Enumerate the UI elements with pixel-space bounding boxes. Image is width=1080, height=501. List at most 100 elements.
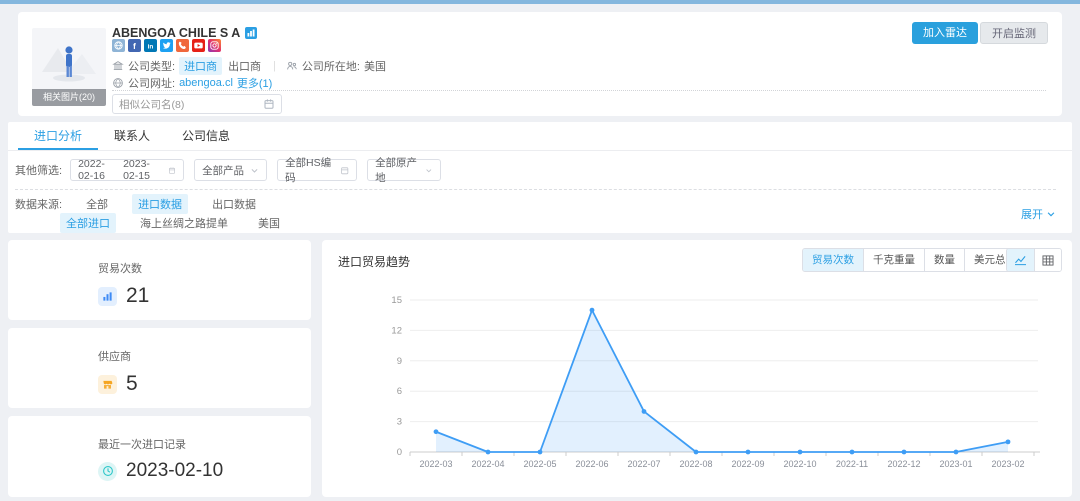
chart-title: 进口贸易趋势 <box>338 253 410 270</box>
linkedin-icon[interactable]: in <box>144 39 157 52</box>
stat-label: 供应商 <box>98 348 138 364</box>
import-trend-panel: 进口贸易趋势 贸易次数 千克重量 数量 美元总价 036912152022-03… <box>322 240 1072 497</box>
data-source-label: 数据来源: <box>15 196 62 212</box>
svg-text:2023-01: 2023-01 <box>939 459 972 469</box>
calendar-icon <box>340 165 349 176</box>
stat-value: 5 <box>126 372 138 396</box>
svg-text:9: 9 <box>397 356 402 367</box>
tab-contacts[interactable]: 联系人 <box>98 122 166 150</box>
line-chart-icon <box>1014 255 1027 266</box>
related-images-label[interactable]: 相关图片(20) <box>32 89 106 106</box>
data-source-sub-row: 全部进口 海上丝绸之路提单 美国 <box>60 213 286 233</box>
svg-text:f: f <box>133 41 136 51</box>
svg-text:12: 12 <box>391 325 402 336</box>
sub-source-all-import[interactable]: 全部进口 <box>60 213 116 233</box>
sub-source-silk-road[interactable]: 海上丝绸之路提单 <box>134 213 234 233</box>
chevron-down-icon <box>250 166 259 175</box>
company-type-row: 公司类型: 进口商 出口商 | 公司所在地: 美国 <box>112 57 386 75</box>
monitor-button[interactable]: 开启监测 <box>980 22 1048 44</box>
stat-label: 最近一次进口记录 <box>98 436 223 452</box>
location-people-icon <box>286 60 298 72</box>
svg-text:2022-05: 2022-05 <box>523 459 556 469</box>
svg-text:2022-10: 2022-10 <box>783 459 816 469</box>
globe-icon <box>112 77 124 89</box>
website-link[interactable]: abengoa.cl <box>179 77 233 89</box>
company-type-importer[interactable]: 进口商 <box>179 57 222 75</box>
source-export-data[interactable]: 出口数据 <box>206 194 262 214</box>
location-label: 公司所在地: <box>302 58 360 74</box>
similar-company-placeholder: 相似公司名(8) <box>119 97 184 112</box>
svg-text:2023-02: 2023-02 <box>991 459 1024 469</box>
social-icons-row: f in <box>112 39 221 52</box>
source-import-data[interactable]: 进口数据 <box>132 194 188 214</box>
product-select[interactable]: 全部产品 <box>194 159 267 181</box>
svg-text:2022-11: 2022-11 <box>836 459 868 469</box>
metric-button-group: 贸易次数 千克重量 数量 美元总价 <box>802 248 1026 272</box>
youtube-icon[interactable] <box>192 39 205 52</box>
filter-row: 其他筛选: 2022-02-16 2023-02-15 全部产品 全部HS编码 … <box>15 159 441 181</box>
website-label: 公司网址: <box>128 75 175 91</box>
top-accent-bar <box>0 0 1080 4</box>
svg-text:6: 6 <box>397 386 402 397</box>
website-icon[interactable] <box>112 39 125 52</box>
company-thumbnail[interactable]: 相关图片(20) <box>32 28 106 106</box>
expand-label: 展开 <box>1021 206 1043 222</box>
phone-icon[interactable] <box>176 39 189 52</box>
svg-text:2022-12: 2022-12 <box>887 459 920 469</box>
website-more-link[interactable]: 更多(1) <box>237 75 272 91</box>
source-all[interactable]: 全部 <box>80 194 114 214</box>
stat-label: 贸易次数 <box>98 260 149 276</box>
svg-text:2022-09: 2022-09 <box>731 459 764 469</box>
stat-card-suppliers: 供应商 5 <box>8 328 311 408</box>
date-start: 2022-02-16 <box>78 158 117 182</box>
svg-text:3: 3 <box>397 417 402 428</box>
svg-text:in: in <box>148 44 154 51</box>
company-profile-icon[interactable] <box>245 27 257 39</box>
building-icon <box>112 60 124 72</box>
tab-import-analysis[interactable]: 进口分析 <box>18 122 98 150</box>
analysis-filter-band: 进口分析 联系人 公司信息 其他筛选: 2022-02-16 2023-02-1… <box>8 122 1072 233</box>
meta-divider: | <box>273 60 276 72</box>
origin-select[interactable]: 全部原产地 <box>367 159 441 181</box>
company-type-label: 公司类型: <box>128 58 175 74</box>
view-button-group <box>1006 248 1062 272</box>
hs-code-select[interactable]: 全部HS编码 <box>277 159 357 181</box>
expand-toggle[interactable]: 展开 <box>1021 206 1056 222</box>
metric-trade-count-button[interactable]: 贸易次数 <box>803 249 863 271</box>
company-trade-page: 相关图片(20) ABENGOA CHILE S A f <box>0 0 1080 501</box>
company-website-row: 公司网址: abengoa.cl 更多(1) <box>112 75 272 91</box>
company-type-exporter[interactable]: 出口商 <box>226 57 263 75</box>
metric-quantity-button[interactable]: 数量 <box>924 249 964 271</box>
chevron-down-icon <box>1046 209 1056 219</box>
svg-text:2022-04: 2022-04 <box>471 459 504 469</box>
similar-company-input[interactable]: 相似公司名(8) <box>112 94 282 114</box>
data-source-row: 数据来源: 全部 进口数据 出口数据 <box>15 194 262 214</box>
person-illustration-icon <box>32 28 106 90</box>
hs-code-value: 全部HS编码 <box>285 155 334 185</box>
calendar-icon <box>168 165 176 176</box>
twitter-icon[interactable] <box>160 39 173 52</box>
stat-card-trade-count: 贸易次数 21 <box>8 240 311 320</box>
line-chart-view-button[interactable] <box>1007 249 1034 271</box>
add-radar-button[interactable]: 加入雷达 <box>912 22 978 44</box>
store-icon <box>98 375 117 394</box>
tab-company-info[interactable]: 公司信息 <box>166 122 246 150</box>
svg-text:0: 0 <box>397 447 402 458</box>
date-range-picker[interactable]: 2022-02-16 2023-02-15 <box>70 159 184 181</box>
bar-chart-icon <box>98 287 117 306</box>
table-view-button[interactable] <box>1034 249 1061 271</box>
metric-kg-weight-button[interactable]: 千克重量 <box>863 249 924 271</box>
date-end: 2023-02-15 <box>123 158 162 182</box>
location-value: 美国 <box>364 58 386 74</box>
clock-icon <box>98 462 117 481</box>
svg-text:2022-08: 2022-08 <box>679 459 712 469</box>
company-name: ABENGOA CHILE S A <box>112 26 240 40</box>
table-icon <box>1042 255 1054 266</box>
tabs-row: 进口分析 联系人 公司信息 <box>8 122 1072 151</box>
sub-source-usa[interactable]: 美国 <box>252 213 286 233</box>
svg-text:2022-06: 2022-06 <box>575 459 608 469</box>
company-photo-placeholder <box>32 28 106 90</box>
instagram-icon[interactable] <box>208 39 221 52</box>
facebook-icon[interactable]: f <box>128 39 141 52</box>
chevron-down-icon <box>425 166 433 175</box>
